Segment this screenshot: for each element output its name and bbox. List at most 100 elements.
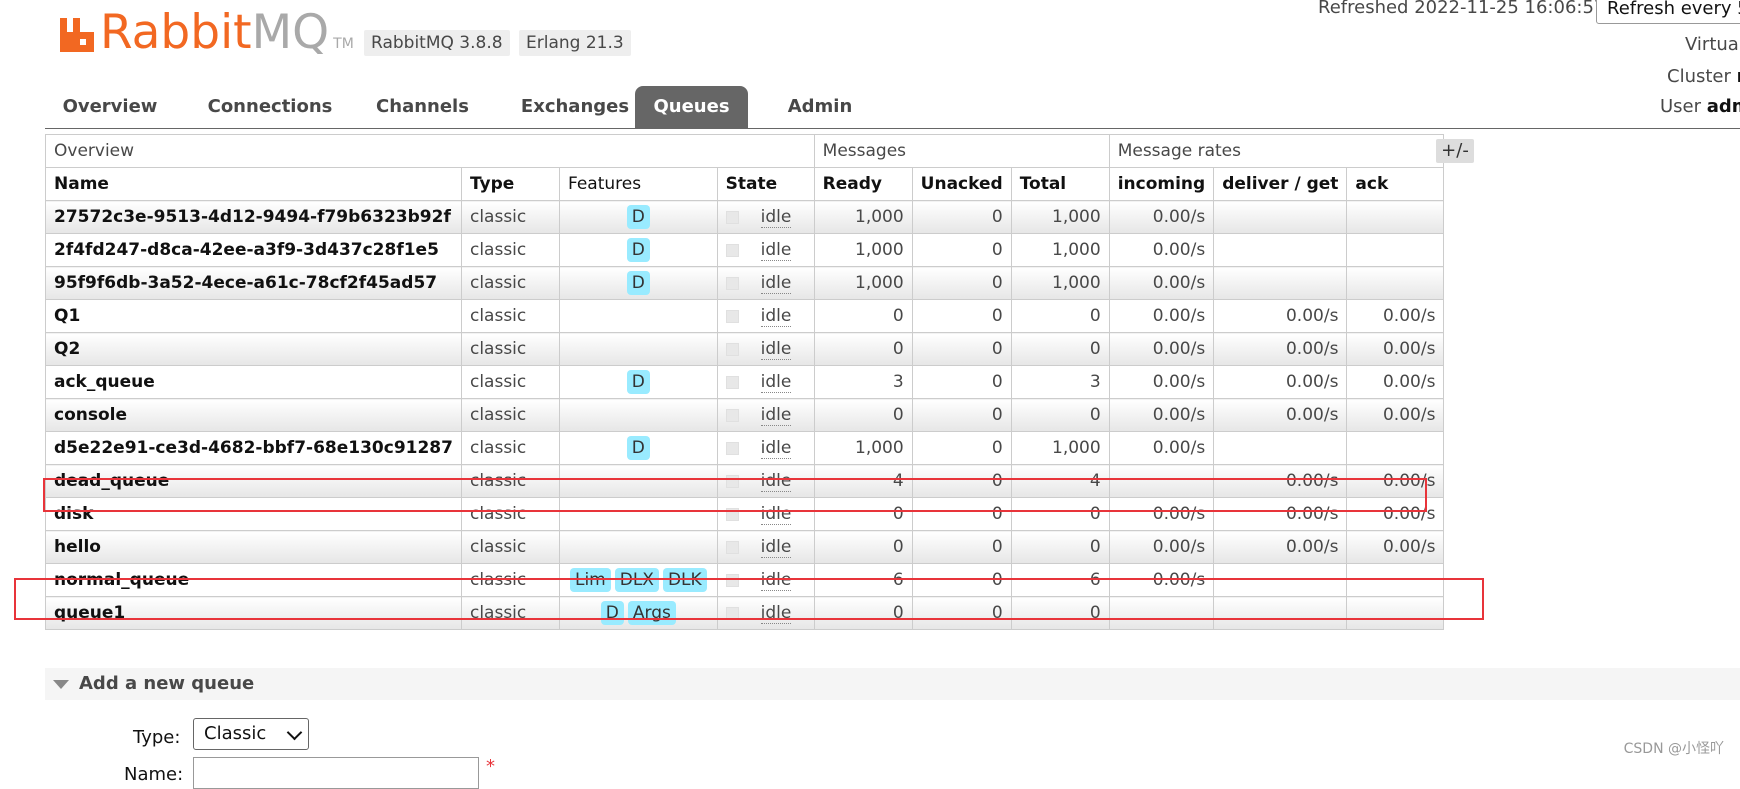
column-header-ready[interactable]: Ready xyxy=(813,167,913,201)
ack-rate-cell xyxy=(1346,431,1445,465)
queue-features-cell: D xyxy=(558,200,718,234)
ack-rate-cell: 0.00/s xyxy=(1346,332,1445,366)
queue-name-link[interactable]: disk xyxy=(45,497,462,531)
total-count-cell: 0 xyxy=(1010,299,1110,333)
queue-features-cell: D xyxy=(558,365,718,399)
column-header-deliver-get[interactable]: deliver / get xyxy=(1213,167,1348,201)
group-header-message-rates: Message rates xyxy=(1108,134,1445,168)
state-square-icon xyxy=(725,342,739,356)
column-header-ack[interactable]: ack xyxy=(1346,167,1445,201)
column-header-type[interactable]: Type xyxy=(460,167,560,201)
virtual-label: Virtual xyxy=(1685,34,1740,55)
unacked-count-cell: 0 xyxy=(911,431,1012,465)
column-header-name[interactable]: Name xyxy=(45,167,462,201)
state-square-icon xyxy=(725,309,739,323)
feature-badge: D xyxy=(626,238,650,262)
queue-name-link[interactable]: console xyxy=(45,398,462,432)
unacked-count-cell: 0 xyxy=(911,497,1012,531)
column-header-state[interactable]: State xyxy=(716,167,815,201)
queue-type-select[interactable]: Classic xyxy=(193,718,309,750)
unacked-count-cell: 0 xyxy=(911,266,1012,300)
column-header-total[interactable]: Total xyxy=(1010,167,1110,201)
queue-type-cell: classic xyxy=(460,233,560,267)
queue-name-link[interactable]: d5e22e91-ce3d-4682-bbf7-68e130c91287 xyxy=(45,431,462,465)
queue-name-link[interactable]: normal_queue xyxy=(45,563,462,597)
ready-count-cell: 0 xyxy=(813,497,913,531)
queue-type-cell: classic xyxy=(460,530,560,564)
state-label: idle xyxy=(760,207,792,228)
deliver-rate-cell xyxy=(1213,200,1348,234)
user-value[interactable]: adm xyxy=(1707,96,1740,117)
feature-badge: D xyxy=(600,601,624,625)
tab-exchanges[interactable]: Exchanges xyxy=(500,86,650,128)
table-row: hello classic idle 0 0 0 0.00/s 0.00/s 0.00/s xyxy=(45,530,1445,564)
total-count-cell: 0 xyxy=(1010,596,1110,630)
feature-badge: DLK xyxy=(662,568,707,592)
table-row: dead_queue classic idle 4 0 4 0.00/s 0.00/s xyxy=(45,464,1445,498)
ready-count-cell: 0 xyxy=(813,299,913,333)
queue-name-link[interactable]: 2f4fd247-d8ca-42ee-a3f9-3d437c28f1e5 xyxy=(45,233,462,267)
queue-type-cell: classic xyxy=(460,563,560,597)
add-queue-title[interactable]: Add a new queue xyxy=(79,673,254,694)
queues-table: Overview Messages Message rates Name Typ… xyxy=(45,134,1445,630)
queue-name-link[interactable]: queue1 xyxy=(45,596,462,630)
queue-name-link[interactable]: hello xyxy=(45,530,462,564)
queue-name-input[interactable] xyxy=(193,757,479,789)
total-count-cell: 6 xyxy=(1010,563,1110,597)
add-queue-section-bar[interactable] xyxy=(45,668,1740,700)
ack-rate-cell: 0.00/s xyxy=(1346,398,1445,432)
unacked-count-cell: 0 xyxy=(911,365,1012,399)
deliver-rate-cell xyxy=(1213,233,1348,267)
tab-overview[interactable]: Overview xyxy=(45,86,175,128)
group-header-overview: Overview xyxy=(45,134,815,168)
queue-name-link[interactable]: Q1 xyxy=(45,299,462,333)
queue-name-link[interactable]: Q2 xyxy=(45,332,462,366)
ack-rate-cell xyxy=(1346,266,1445,300)
incoming-rate-cell: 0.00/s xyxy=(1108,266,1215,300)
queue-name-link[interactable]: ack_queue xyxy=(45,365,462,399)
queue-state-cell: idle xyxy=(716,398,815,432)
queue-name-link[interactable]: 27572c3e-9513-4d12-9494-f79b6323b92f xyxy=(45,200,462,234)
column-header-unacked[interactable]: Unacked xyxy=(911,167,1012,201)
tab-channels[interactable]: Channels xyxy=(360,86,485,128)
queue-features-cell xyxy=(558,464,718,498)
feature-badge: D xyxy=(626,271,650,295)
queue-type-cell: classic xyxy=(460,299,560,333)
queue-rows: 27572c3e-9513-4d12-9494-f79b6323b92f clas… xyxy=(45,200,1445,630)
queue-state-cell: idle xyxy=(716,266,815,300)
queue-type-cell: classic xyxy=(460,596,560,630)
state-square-icon xyxy=(725,408,739,422)
incoming-rate-cell: 0.00/s xyxy=(1108,200,1215,234)
column-header-incoming[interactable]: incoming xyxy=(1108,167,1215,201)
state-square-icon xyxy=(725,540,739,554)
tab-queues[interactable]: Queues xyxy=(635,86,748,128)
ready-count-cell: 0 xyxy=(813,530,913,564)
ack-rate-cell: 0.00/s xyxy=(1346,497,1445,531)
incoming-rate-cell: 0.00/s xyxy=(1108,332,1215,366)
tab-admin[interactable]: Admin xyxy=(765,86,875,128)
columns-toggle-button[interactable]: +/- xyxy=(1436,139,1474,163)
total-count-cell: 0 xyxy=(1010,332,1110,366)
feature-badge: DLX xyxy=(614,568,659,592)
incoming-rate-cell: 0.00/s xyxy=(1108,233,1215,267)
tab-connections[interactable]: Connections xyxy=(195,86,345,128)
table-row: Q1 classic idle 0 0 0 0.00/s 0.00/s 0.00/s xyxy=(45,299,1445,333)
rabbit-logo-icon xyxy=(60,18,94,52)
queue-state-cell: idle xyxy=(716,299,815,333)
total-count-cell: 0 xyxy=(1010,398,1110,432)
state-label: idle xyxy=(760,240,792,261)
queue-name-link[interactable]: dead_queue xyxy=(45,464,462,498)
table-row: Q2 classic idle 0 0 0 0.00/s 0.00/s 0.00/s xyxy=(45,332,1445,366)
queue-name-link[interactable]: 95f9f6db-3a52-4ece-a61c-78cf2f45ad57 xyxy=(45,266,462,300)
total-count-cell: 1,000 xyxy=(1010,233,1110,267)
collapse-arrow-icon[interactable] xyxy=(53,680,69,689)
ready-count-cell: 3 xyxy=(813,365,913,399)
logo-tm-text: TM xyxy=(333,36,354,52)
refreshed-timestamp: Refreshed 2022-11-25 16:06:57 xyxy=(1318,0,1606,18)
unacked-count-cell: 0 xyxy=(911,530,1012,564)
refresh-interval-select[interactable]: Refresh every 5 xyxy=(1596,0,1740,24)
type-label: Type: xyxy=(133,727,181,748)
rabbitmq-version-badge: RabbitMQ 3.8.8 xyxy=(364,30,510,56)
ready-count-cell: 4 xyxy=(813,464,913,498)
queue-features-cell: D xyxy=(558,266,718,300)
